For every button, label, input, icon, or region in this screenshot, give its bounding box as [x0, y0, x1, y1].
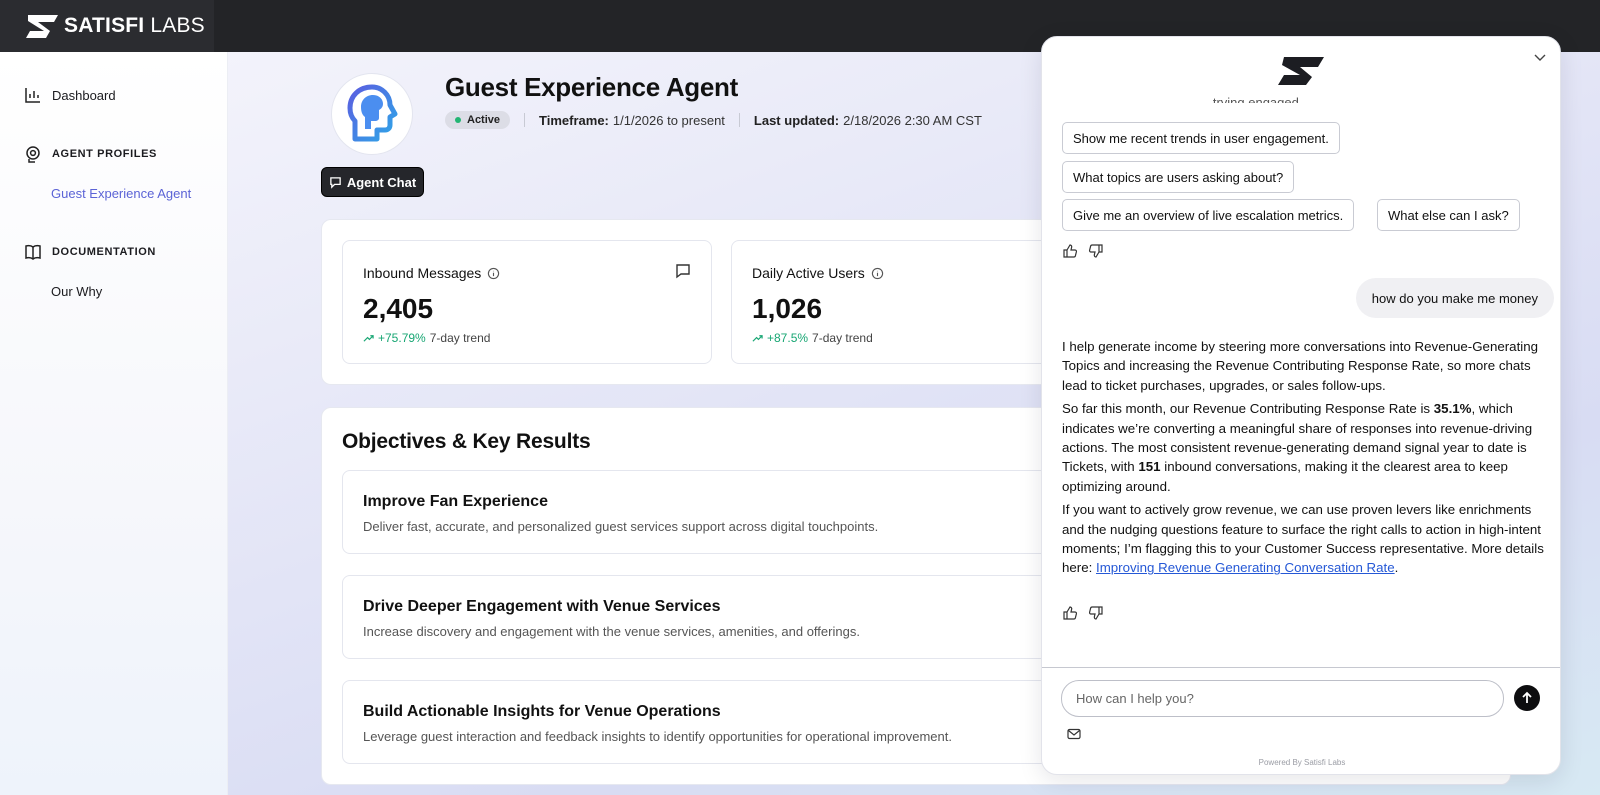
bar-chart-icon: [25, 88, 40, 103]
metric-label: Inbound Messages: [363, 265, 482, 281]
agent-head-icon: [347, 84, 398, 142]
sidebar-item-label: Dashboard: [52, 87, 116, 103]
sidebar-item-our-why[interactable]: Our Why: [51, 284, 102, 299]
sidebar-item-guest-experience-agent[interactable]: Guest Experience Agent: [51, 186, 191, 201]
arrow-up-icon: [1522, 691, 1532, 703]
sidebar-heading-documentation: DOCUMENTATION: [24, 243, 156, 261]
timeframe-value: 1/1/2026 to present: [612, 112, 725, 128]
powered-by: Powered By Satisfi Labs: [1258, 758, 1346, 767]
okr-card-title: Improve Fan Experience: [363, 493, 548, 510]
agent-chat-button[interactable]: Agent Chat: [321, 167, 424, 197]
feedback-buttons: [1062, 243, 1104, 259]
suggestion-chip[interactable]: What topics are users asking about?: [1062, 161, 1295, 193]
agent-profile-icon: [26, 146, 40, 163]
info-icon[interactable]: [487, 267, 500, 280]
brand-name: SATISFI LABS: [64, 14, 205, 37]
sidebar-heading-label: AGENT PROFILES: [52, 148, 157, 160]
sidebar-heading-label: DOCUMENTATION: [52, 246, 156, 258]
metric-value: 2,405: [363, 293, 434, 324]
bot-paragraph: If you want to actively grow revenue, we…: [1062, 502, 1544, 576]
chat-input[interactable]: [1061, 680, 1504, 717]
bot-paragraph: I help generate income by steering more …: [1062, 339, 1539, 393]
last-updated-value: 2/18/2026 2:30 AM CST: [843, 112, 982, 128]
metric-trend: +87.5% 7-day trend: [752, 331, 873, 345]
thumbs-up-icon[interactable]: [1062, 243, 1078, 259]
okr-card-description: Deliver fast, accurate, and personalized…: [363, 519, 879, 534]
chat-panel: ...trying engaged... Show me recent tren…: [1041, 36, 1561, 775]
previous-message-fragment: ...trying engaged...: [1202, 95, 1310, 103]
okr-card-description: Leverage guest interaction and feedback …: [363, 729, 952, 744]
satisfi-logo-icon: [26, 15, 58, 38]
message-icon: [676, 264, 690, 279]
metric-value: 1,026: [752, 293, 823, 324]
chevron-down-icon[interactable]: [1532, 49, 1548, 65]
agent-avatar: [331, 73, 413, 155]
trend-value: +87.5%: [767, 331, 809, 345]
trend-label: 7-day trend: [429, 331, 491, 345]
user-message-bubble: how do you make me money: [1355, 278, 1554, 318]
bot-paragraph: So far this month, our Revenue Contribut…: [1062, 401, 1533, 494]
metric-label: Daily Active Users: [752, 265, 865, 281]
metric-trend: +75.79% 7-day trend: [363, 331, 490, 345]
sidebar-heading-agent-profiles: AGENT PROFILES: [24, 145, 157, 163]
status-badge: Active: [445, 111, 511, 129]
brand-logo[interactable]: SATISFI LABS: [0, 0, 214, 52]
divider: [1042, 667, 1560, 668]
timeframe-label: Timeframe:: [539, 112, 609, 128]
page-title: Guest Experience Agent: [445, 72, 738, 102]
status-dot-icon: [455, 117, 461, 123]
info-icon[interactable]: [871, 267, 884, 280]
divider: [738, 113, 740, 127]
trend-up-icon: [752, 334, 763, 342]
trend-label: 7-day trend: [812, 331, 873, 345]
suggestion-chip[interactable]: Show me recent trends in user engagement…: [1062, 122, 1340, 154]
chat-bubble-icon: [330, 176, 341, 189]
okr-card-title: Build Actionable Insights for Venue Oper…: [363, 703, 721, 720]
thumbs-up-icon[interactable]: [1062, 605, 1078, 621]
thumbs-down-icon[interactable]: [1088, 605, 1104, 621]
thumbs-down-icon[interactable]: [1088, 243, 1104, 259]
okr-card-description: Increase discovery and engagement with t…: [363, 624, 860, 639]
suggestion-chip[interactable]: What else can I ask?: [1377, 199, 1520, 231]
agent-meta-row: Active Timeframe: 1/1/2026 to present La…: [445, 111, 982, 129]
metric-card-inbound-messages: Inbound Messages 2,405 +75.79% 7-day tre…: [342, 240, 712, 364]
send-button[interactable]: [1514, 685, 1540, 711]
last-updated-label: Last updated:: [753, 112, 840, 128]
agent-chat-label: Agent Chat: [346, 174, 417, 190]
feedback-buttons: [1062, 605, 1104, 621]
revenue-docs-link[interactable]: Improving Revenue Generating Conversatio…: [1096, 560, 1395, 575]
okr-card-title: Drive Deeper Engagement with Venue Servi…: [363, 598, 721, 615]
email-icon[interactable]: [1066, 726, 1082, 742]
satisfi-logo-icon: [1278, 57, 1324, 85]
suggestion-chip[interactable]: Give me an overview of live escalation m…: [1062, 199, 1355, 231]
bot-message: I help generate income by steering more …: [1062, 337, 1544, 582]
sidebar-item-dashboard[interactable]: Dashboard: [24, 86, 116, 104]
okr-title: Objectives & Key Results: [342, 430, 591, 453]
sidebar: Dashboard AGENT PROFILES Guest Experienc…: [0, 52, 228, 795]
trend-up-icon: [363, 334, 374, 342]
divider: [524, 113, 526, 127]
trend-value: +75.79%: [378, 331, 426, 345]
book-icon: [25, 244, 41, 260]
